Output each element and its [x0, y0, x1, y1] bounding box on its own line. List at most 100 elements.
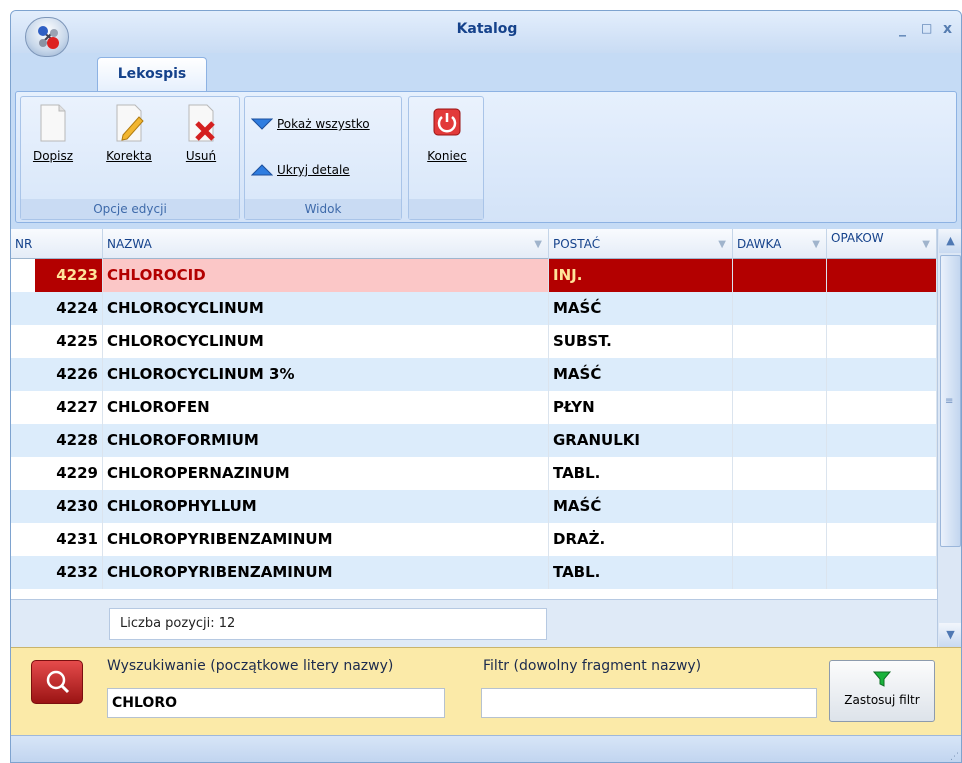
filter-input[interactable]: [481, 688, 817, 718]
cell-postac: MAŚĆ: [549, 292, 733, 325]
table-row[interactable]: 4230 CHLOROPHYLLUM MAŚĆ: [11, 490, 937, 523]
table-row[interactable]: 4228 CHLOROFORMIUM GRANULKI: [11, 424, 937, 457]
cell-opakow: [827, 325, 937, 358]
scroll-up-icon[interactable]: ▲: [939, 229, 961, 253]
cell-nr: 4224: [11, 292, 103, 325]
chevron-down-icon: [251, 118, 273, 130]
column-nr-label: NR: [15, 237, 33, 251]
group-edit-options: Dopisz Korekta Usuń Opcje edycji: [20, 96, 240, 220]
cell-nazwa: CHLOROPHYLLUM: [103, 490, 549, 523]
tab-lekospis[interactable]: Lekospis: [97, 57, 207, 91]
cell-opakow: [827, 490, 937, 523]
table-row[interactable]: 4232 CHLOROPYRIBENZAMINUM TABL.: [11, 556, 937, 589]
cell-nr: 4226: [11, 358, 103, 391]
cell-postac: INJ.: [549, 259, 733, 292]
close-button[interactable]: x: [943, 21, 952, 37]
cell-dawka: [733, 292, 827, 325]
column-postac-label: POSTAĆ: [553, 237, 601, 251]
cell-dawka: [733, 556, 827, 589]
vertical-scrollbar[interactable]: ▲ ≡ ▼: [937, 229, 961, 647]
group-label-end: [409, 199, 483, 219]
apply-filter-button[interactable]: Zastosuj filtr: [829, 660, 935, 722]
ribbon-panel: Dopisz Korekta Usuń Opcje edycji Pokaż w…: [15, 91, 957, 223]
cell-nazwa: CHLOROPERNAZINUM: [103, 457, 549, 490]
cell-postac: TABL.: [549, 556, 733, 589]
table-row[interactable]: 4226 CHLOROCYCLINUM 3% MAŚĆ: [11, 358, 937, 391]
edit-button[interactable]: Korekta: [99, 103, 159, 163]
cell-nr: 4225: [11, 325, 103, 358]
cell-opakow: [827, 424, 937, 457]
power-icon: [433, 108, 461, 136]
cell-opakow: [827, 556, 937, 589]
table-row[interactable]: 4225 CHLOROCYCLINUM SUBST.: [11, 325, 937, 358]
cell-postac: PŁYN: [549, 391, 733, 424]
exit-button[interactable]: Koniec: [417, 103, 477, 163]
hide-details-button[interactable]: Ukryj detale: [251, 163, 350, 177]
column-header-postac[interactable]: POSTAĆ ▼: [549, 229, 733, 259]
magnifier-icon: [46, 670, 70, 694]
minimize-button[interactable]: _: [899, 21, 906, 37]
prefix-search-input[interactable]: CHLORO: [107, 688, 445, 718]
resize-grip-icon[interactable]: ⋰: [950, 752, 959, 762]
table-row[interactable]: 4224 CHLOROCYCLINUM MAŚĆ: [11, 292, 937, 325]
grid-footer: Liczba pozycji: 12: [11, 599, 937, 647]
add-button[interactable]: Dopisz: [23, 103, 83, 163]
cell-dawka: [733, 490, 827, 523]
katalog-window: Katalog _ □ x Lekospis Dopisz Korekta Us…: [10, 10, 962, 763]
cell-nazwa: CHLOROCYCLINUM: [103, 325, 549, 358]
column-header-opakow[interactable]: OPAKOW ▼: [827, 229, 937, 259]
cell-dawka: [733, 523, 827, 556]
cell-nazwa: CHLOROPYRIBENZAMINUM: [103, 556, 549, 589]
cell-nazwa: CHLOROFORMIUM: [103, 424, 549, 457]
cell-opakow: [827, 457, 937, 490]
catalog-grid: NR NAZWA ▼ POSTAĆ ▼ DAWKA ▼ OPAKOW ▼ 4223 CHL…: [11, 229, 961, 647]
column-dawka-label: DAWKA: [737, 237, 782, 251]
cell-nr: 4229: [11, 457, 103, 490]
chevron-up-icon: [251, 164, 273, 176]
show-all-button[interactable]: Pokaż wszystko: [251, 117, 370, 131]
table-row[interactable]: 4231 CHLOROPYRIBENZAMINUM DRAŻ.: [11, 523, 937, 556]
scroll-down-icon[interactable]: ▼: [939, 623, 961, 647]
cell-dawka: [733, 424, 827, 457]
search-button[interactable]: [31, 660, 83, 704]
cell-nazwa: CHLOROCYCLINUM 3%: [103, 358, 549, 391]
table-row[interactable]: 4227 CHLOROFEN PŁYN: [11, 391, 937, 424]
cell-postac: MAŚĆ: [549, 358, 733, 391]
table-row[interactable]: 4229 CHLOROPERNAZINUM TABL.: [11, 457, 937, 490]
cell-nr: 4231: [11, 523, 103, 556]
column-header-dawka[interactable]: DAWKA ▼: [733, 229, 827, 259]
delete-document-icon: [188, 104, 215, 142]
molecule-icon: [38, 26, 59, 49]
cell-opakow: [827, 523, 937, 556]
filter-dropdown-icon[interactable]: ▼: [718, 239, 726, 250]
delete-label: Usuń: [185, 149, 217, 163]
column-header-nr[interactable]: NR: [11, 229, 103, 259]
maximize-button[interactable]: □: [921, 21, 932, 35]
scrollbar-thumb[interactable]: ≡: [940, 255, 961, 547]
record-count: Liczba pozycji: 12: [109, 608, 547, 640]
column-header-nazwa[interactable]: NAZWA ▼: [103, 229, 549, 259]
cell-nazwa: CHLOROCID: [103, 259, 549, 292]
window-title: Katalog: [456, 21, 518, 37]
application-menu-button[interactable]: [25, 17, 69, 57]
cell-opakow: [827, 358, 937, 391]
cell-dawka: [733, 391, 827, 424]
group-end: Koniec: [408, 96, 484, 220]
filter-dropdown-icon[interactable]: ▼: [922, 239, 930, 250]
table-row-selected[interactable]: 4223 CHLOROCID INJ.: [11, 259, 937, 292]
cell-opakow: [827, 391, 937, 424]
cell-nazwa: CHLOROPYRIBENZAMINUM: [103, 523, 549, 556]
delete-button[interactable]: Usuń: [171, 103, 231, 163]
edit-label: Korekta: [106, 149, 152, 163]
filter-dropdown-icon[interactable]: ▼: [534, 239, 542, 250]
apply-filter-label: Zastosuj filtr: [844, 693, 920, 707]
filter-dropdown-icon[interactable]: ▼: [812, 239, 820, 250]
cell-opakow: [827, 292, 937, 325]
group-label-edit: Opcje edycji: [21, 199, 239, 219]
new-document-icon: [40, 104, 66, 142]
cell-nr: 4227: [11, 391, 103, 424]
status-bar: ⋰: [11, 735, 961, 762]
grid-header: NR NAZWA ▼ POSTAĆ ▼ DAWKA ▼ OPAKOW ▼: [11, 229, 937, 259]
cell-nazwa: CHLOROCYCLINUM: [103, 292, 549, 325]
cell-dawka: [733, 259, 827, 292]
